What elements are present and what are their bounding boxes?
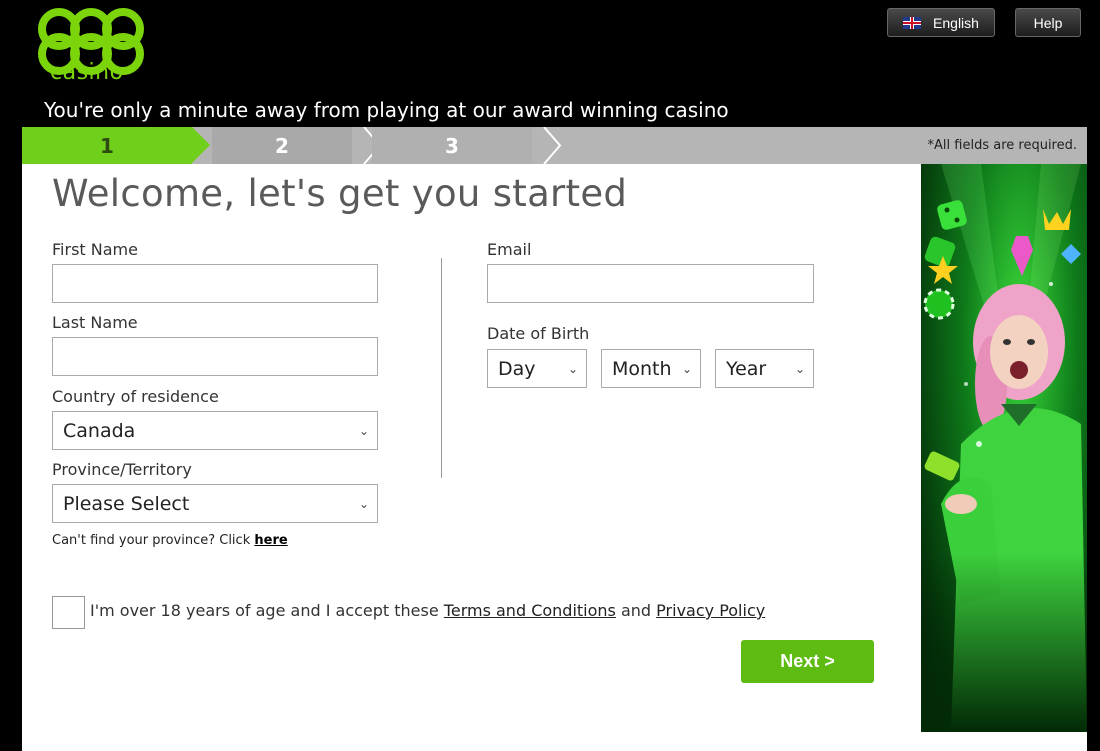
page-title: Welcome, let's get you started [52, 172, 628, 215]
dob-label: Date of Birth [487, 324, 590, 343]
dob-day-select[interactable]: Day ⌄ [487, 349, 587, 388]
dob-month-select[interactable]: Month ⌄ [601, 349, 701, 388]
step-1-arrow [192, 127, 210, 163]
province-selected-value: Please Select [63, 492, 190, 515]
help-button[interactable]: Help [1015, 8, 1081, 37]
step-3: 3 [372, 127, 532, 164]
dob-year-value: Year [726, 357, 767, 380]
chevron-down-icon: ⌄ [358, 497, 369, 511]
uk-flag-icon [903, 16, 922, 29]
last-name-field[interactable] [52, 337, 378, 376]
required-fields-note: *All fields are required. [927, 138, 1077, 153]
step-2: 2 [212, 127, 352, 164]
chevron-down-icon: ⌄ [794, 362, 805, 376]
chevron-down-icon: ⌄ [681, 362, 692, 376]
terms-link[interactable]: Terms and Conditions [444, 601, 616, 620]
province-hint-text: Can't find your province? Click [52, 533, 251, 548]
email-field[interactable] [487, 264, 814, 303]
province-hint: Can't find your province? Click here [52, 533, 288, 548]
first-name-label: First Name [52, 240, 138, 259]
age-consent-text: I'm over 18 years of age and I accept th… [90, 601, 765, 620]
dob-month-value: Month [612, 357, 672, 380]
promo-fade [921, 552, 1087, 732]
logo-wordmark: casino [50, 60, 124, 85]
dob-day-value: Day [498, 357, 536, 380]
chevron-down-icon: ⌄ [358, 424, 369, 438]
dob-year-select[interactable]: Year ⌄ [715, 349, 814, 388]
step-separator-icon [543, 127, 562, 164]
last-name-label: Last Name [52, 313, 138, 332]
consent-and: and [620, 601, 652, 620]
column-divider [441, 258, 442, 478]
registration-steps: 1 2 3 *All fields are required. [22, 127, 1087, 164]
promo-image [921, 164, 1087, 732]
next-button[interactable]: Next > [741, 640, 874, 683]
country-label: Country of residence [52, 387, 219, 406]
country-selected-value: Canada [63, 419, 136, 442]
header-tagline: You're only a minute away from playing a… [44, 98, 729, 122]
country-select[interactable]: Canada ⌄ [52, 411, 378, 450]
chevron-down-icon: ⌄ [567, 362, 578, 376]
logo-888-mark [36, 8, 144, 75]
privacy-link[interactable]: Privacy Policy [656, 601, 765, 620]
province-label: Province/Territory [52, 460, 192, 479]
email-label: Email [487, 240, 532, 259]
province-select[interactable]: Please Select ⌄ [52, 484, 378, 523]
step-1: 1 [22, 127, 192, 164]
age-consent-checkbox[interactable] [52, 596, 85, 629]
language-button[interactable]: English [887, 8, 995, 37]
province-help-link[interactable]: here [254, 533, 287, 548]
casino-logo[interactable]: casino [36, 8, 144, 88]
panel-footer [921, 732, 1087, 751]
consent-text: I'm over 18 years of age and I accept th… [90, 601, 439, 620]
registration-form: Welcome, let's get you started First Nam… [22, 164, 921, 751]
language-label: English [933, 14, 979, 31]
first-name-field[interactable] [52, 264, 378, 303]
